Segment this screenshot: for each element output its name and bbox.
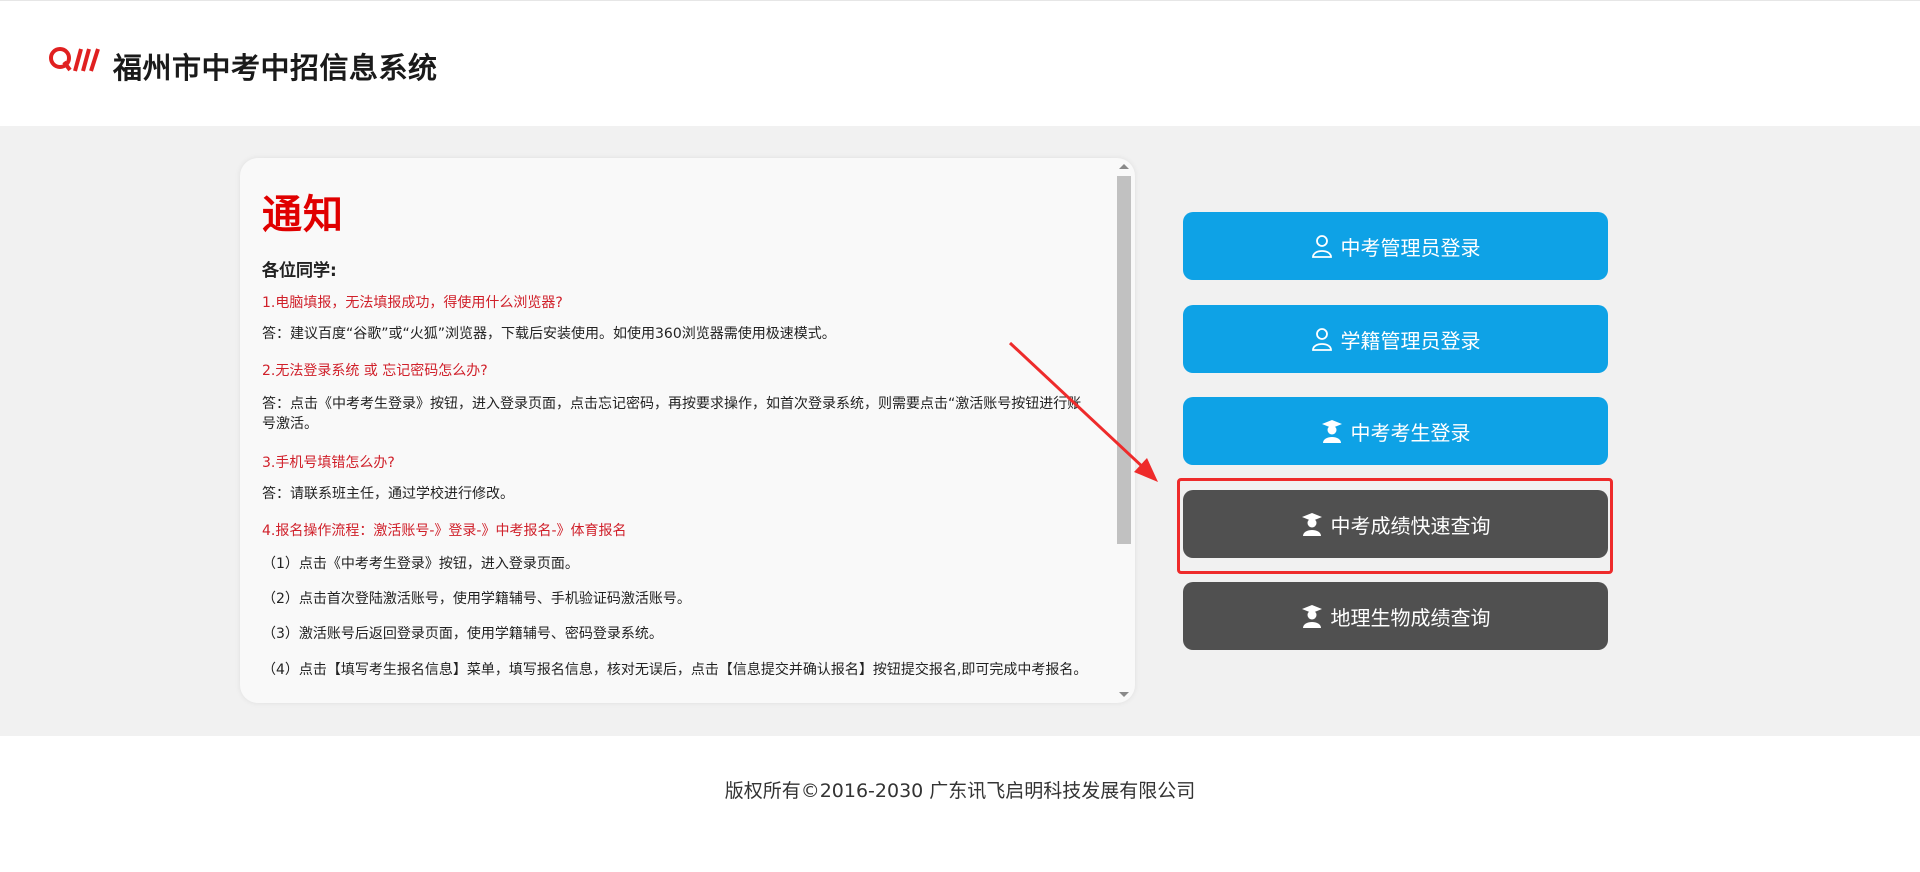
admin-login-button[interactable]: 中考管理员登录 <box>1183 212 1608 280</box>
faq-question-4: 4.报名操作流程：激活账号-》登录-》中考报名-》体育报名 <box>262 523 627 539</box>
highlight-annotation-box <box>1177 478 1613 574</box>
footer-copyright: 版权所有©2016-2030 广东讯飞启明科技发展有限公司 <box>724 780 1196 802</box>
faq-answer-3: 答：请联系班主任，通过学校进行修改。 <box>262 486 514 502</box>
step-1: （1）点击《中考考生登录》按钮，进入登录页面。 <box>262 556 579 572</box>
faq-question-2: 2.无法登录系统 或 忘记密码怎么办? <box>262 363 488 379</box>
admin-login-label: 中考管理员登录 <box>1340 235 1481 260</box>
scroll-down-icon[interactable] <box>1119 692 1129 697</box>
site-title: 福州市中考中招信息系统 <box>113 51 438 85</box>
student-login-button[interactable]: 中考考生登录 <box>1183 397 1608 465</box>
geo-bio-score-query-label: 地理生物成绩查询 <box>1330 605 1491 630</box>
notice-greeting: 各位同学: <box>262 261 337 281</box>
geo-bio-score-query-button[interactable]: 地理生物成绩查询 <box>1183 582 1608 650</box>
graduate-icon <box>1301 605 1322 628</box>
step-4: （4）点击【填写考生报名信息】菜单，填写报名信息，核对无误后，点击【信息提交并确… <box>262 662 1088 678</box>
user-outline-icon <box>1311 328 1332 351</box>
faq-question-3: 3.手机号填错怎么办? <box>262 455 395 471</box>
faq-answer-2: 答：点击《中考考生登录》按钮，进入登录页面，点击忘记密码，再按要求操作，如首次登… <box>262 396 1082 432</box>
graduate-icon <box>1321 420 1342 443</box>
user-outline-icon <box>1311 235 1332 258</box>
notice-title: 通知 <box>262 192 344 238</box>
notice-panel: 通知 各位同学: 1.电脑填报，无法填报成功，得使用什么浏览器? 答：建议百度“… <box>240 158 1135 703</box>
main-area: 通知 各位同学: 1.电脑填报，无法填报成功，得使用什么浏览器? 答：建议百度“… <box>0 126 1920 736</box>
scroll-thumb[interactable] <box>1117 176 1131 544</box>
qw-logo-icon <box>49 47 100 72</box>
page-header: 福州市中考中招信息系统 <box>0 0 1920 126</box>
faq-question-1: 1.电脑填报，无法填报成功，得使用什么浏览器? <box>262 295 563 311</box>
step-2: （2）点击首次登陆激活账号，使用学籍辅号、手机验证码激活账号。 <box>262 591 691 607</box>
step-3: （3）激活账号后返回登录页面，使用学籍辅号、密码登录系统。 <box>262 626 663 642</box>
scroll-up-icon[interactable] <box>1119 164 1129 169</box>
student-login-label: 中考考生登录 <box>1350 420 1471 445</box>
registry-login-label: 学籍管理员登录 <box>1340 328 1481 353</box>
registry-login-button[interactable]: 学籍管理员登录 <box>1183 305 1608 373</box>
faq-answer-1: 答：建议百度“谷歌”或“火狐”浏览器，下载后安装使用。如使用360浏览器需使用极… <box>262 326 836 342</box>
